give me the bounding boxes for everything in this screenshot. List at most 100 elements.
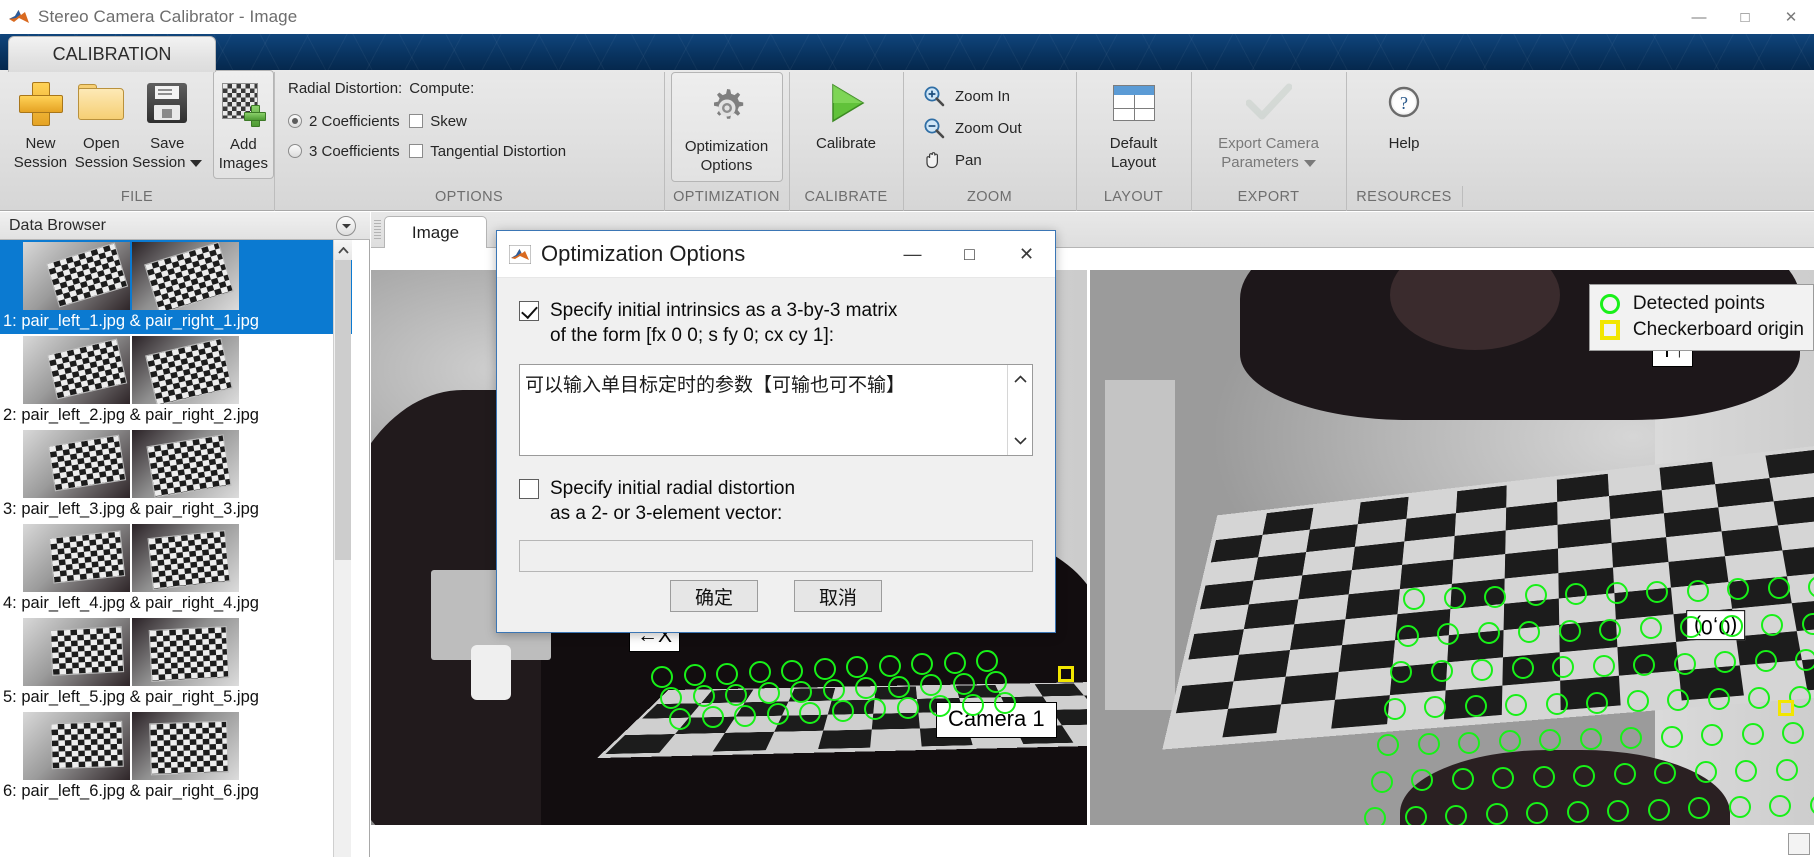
zoom-out-button[interactable]: Zoom Out: [915, 112, 1028, 144]
list-item-label: 4: pair_left_4.jpg & pair_right_4.jpg: [3, 594, 259, 612]
detected-point-marker: [1511, 657, 1534, 680]
radial-checkbox-row[interactable]: Specify initial radial distortion as a 2…: [519, 476, 1033, 526]
list-item[interactable]: 6: pair_left_6.jpg & pair_right_6.jpg: [0, 710, 352, 804]
radio-3-coefficients-icon[interactable]: [288, 144, 302, 158]
export-camera-parameters-label-2: Parameters: [1221, 154, 1299, 171]
detected-point-marker: [1660, 725, 1683, 748]
detected-point-marker: [1735, 759, 1757, 782]
close-button[interactable]: ✕: [1768, 0, 1814, 34]
detected-point-marker: [887, 675, 910, 698]
detected-point-marker: [1769, 795, 1791, 817]
ok-button[interactable]: 确定: [670, 580, 758, 612]
detected-point-marker: [1707, 687, 1730, 710]
dialog-minimize-button[interactable]: —: [884, 231, 941, 278]
detected-point-marker: [1620, 726, 1642, 749]
help-label: Help: [1388, 135, 1420, 152]
dialog-title: Optimization Options: [541, 241, 746, 266]
thumbnail-image: [132, 524, 239, 592]
checkbox-tangential-distortion-icon[interactable]: [409, 144, 424, 158]
list-item[interactable]: 4: pair_left_4.jpg & pair_right_4.jpg: [0, 522, 352, 616]
radio-2-coefficients[interactable]: 2 Coefficients: [288, 106, 409, 136]
intrinsics-textarea-scrollbar[interactable]: [1007, 365, 1032, 455]
chevron-down-icon[interactable]: [1008, 429, 1032, 453]
cancel-button[interactable]: 取消: [794, 580, 882, 612]
camera-2-image[interactable]: Y↑ ←X (0,0): [1087, 270, 1814, 825]
zoom-in-button[interactable]: Zoom In: [915, 80, 1028, 112]
pan-label: Pan: [955, 151, 982, 169]
radial-distortion-input[interactable]: [519, 540, 1033, 572]
add-images-button[interactable]: Add Images: [212, 70, 274, 179]
data-browser-list[interactable]: 1: pair_left_1.jpg & pair_right_1.jpg 2: …: [0, 240, 352, 857]
tab-calibration[interactable]: CALIBRATION: [8, 36, 216, 72]
detected-point-marker: [985, 671, 1007, 693]
group-label-resources: RESOURCES: [1346, 183, 1462, 210]
open-session-label-2: Session: [74, 154, 129, 171]
detected-point-marker: [1633, 653, 1655, 676]
minimize-button[interactable]: —: [1676, 0, 1722, 34]
checkerboard-square: [1051, 708, 1087, 726]
export-camera-parameters-button[interactable]: Export Camera Parameters: [1194, 70, 1344, 179]
detected-point-marker: [790, 680, 812, 703]
detected-point-marker: [813, 658, 836, 680]
new-session-label-2: Session: [13, 154, 68, 171]
detected-point-marker: [994, 692, 1016, 714]
radial-distortion-checkbox[interactable]: [519, 479, 539, 499]
dialog-maximize-button[interactable]: □: [941, 231, 998, 278]
checkbox-tangential-distortion[interactable]: Tangential Distortion: [409, 136, 580, 166]
detected-point-marker: [1492, 766, 1514, 789]
detected-point-marker: [822, 679, 845, 701]
window-titlebar: Stereo Camera Calibrator - Image — □ ✕: [0, 0, 1814, 34]
open-session-button[interactable]: Open Session: [71, 70, 132, 179]
save-session-button[interactable]: Save Session: [132, 70, 203, 179]
new-session-button[interactable]: New Session: [10, 70, 71, 179]
intrinsics-checkbox-row[interactable]: Specify initial intrinsics as a 3-by-3 m…: [519, 298, 1033, 348]
dialog-close-button[interactable]: ✕: [998, 231, 1055, 278]
list-item[interactable]: 3: pair_left_3.jpg & pair_right_3.jpg: [0, 428, 352, 522]
help-button[interactable]: ? Help: [1352, 70, 1456, 179]
list-item[interactable]: 2: pair_left_2.jpg & pair_right_2.jpg: [0, 334, 352, 428]
data-browser-scrollbar[interactable]: [333, 240, 352, 857]
detected-point-marker: [1579, 728, 1602, 750]
group-label-options: OPTIONS: [274, 183, 664, 210]
detected-point-marker: [725, 683, 747, 706]
list-item[interactable]: 1: pair_left_1.jpg & pair_right_1.jpg: [0, 240, 352, 334]
chevron-up-icon[interactable]: [1008, 367, 1032, 391]
pan-button[interactable]: Pan: [915, 144, 1028, 176]
group-label-layout: LAYOUT: [1076, 183, 1191, 210]
checkerboard-square: [1399, 559, 1454, 590]
maximize-button[interactable]: □: [1722, 0, 1768, 34]
detected-point-marker: [757, 682, 780, 705]
checkbox-skew[interactable]: Skew: [409, 106, 580, 136]
legend-item-detected-points: Detected points: [1599, 291, 1804, 317]
radio-3-coefficients[interactable]: 3 Coefficients: [288, 136, 409, 166]
detected-point-marker: [1741, 723, 1764, 746]
calibrate-button[interactable]: Calibrate: [794, 70, 898, 179]
detected-point-marker: [1646, 580, 1668, 603]
checkerboard-square: [1210, 534, 1263, 563]
save-session-label-2: Session: [132, 154, 186, 171]
optimization-options-button[interactable]: Optimization Options: [670, 72, 783, 182]
magnifier-plus-icon: [921, 83, 947, 109]
export-camera-parameters-caret-icon[interactable]: [1303, 159, 1316, 167]
list-item[interactable]: 5: pair_left_5.jpg & pair_right_5.jpg: [0, 616, 352, 710]
checkbox-skew-icon[interactable]: [409, 114, 424, 128]
checkerboard-square: [1222, 704, 1282, 738]
detected-point-marker: [1647, 798, 1670, 821]
ribbon-tabstrip: [0, 34, 1814, 70]
radio-2-coefficients-icon[interactable]: [288, 114, 302, 128]
panel-grip-handle[interactable]: [374, 220, 381, 240]
checkerboard-square: [1331, 695, 1390, 729]
detected-point-marker: [1592, 655, 1615, 677]
intrinsics-checkbox[interactable]: [519, 301, 539, 321]
chevron-up-icon[interactable]: [334, 240, 352, 260]
detected-point-marker: [943, 651, 966, 674]
chevron-down-circle-icon[interactable]: [336, 216, 356, 236]
save-session-caret-icon[interactable]: [190, 159, 203, 167]
list-item-thumbnails: [0, 334, 352, 405]
intrinsics-textarea-value: 可以输入单目标定时的参数【可输也可不输】: [525, 374, 906, 396]
default-layout-button[interactable]: Default Layout: [1082, 70, 1186, 179]
scrollbar-thumb[interactable]: [335, 260, 351, 560]
corner-resize-button[interactable]: [1788, 833, 1810, 855]
intrinsics-textarea[interactable]: 可以输入单目标定时的参数【可输也可不输】: [519, 364, 1033, 456]
tab-image[interactable]: Image: [384, 216, 487, 249]
